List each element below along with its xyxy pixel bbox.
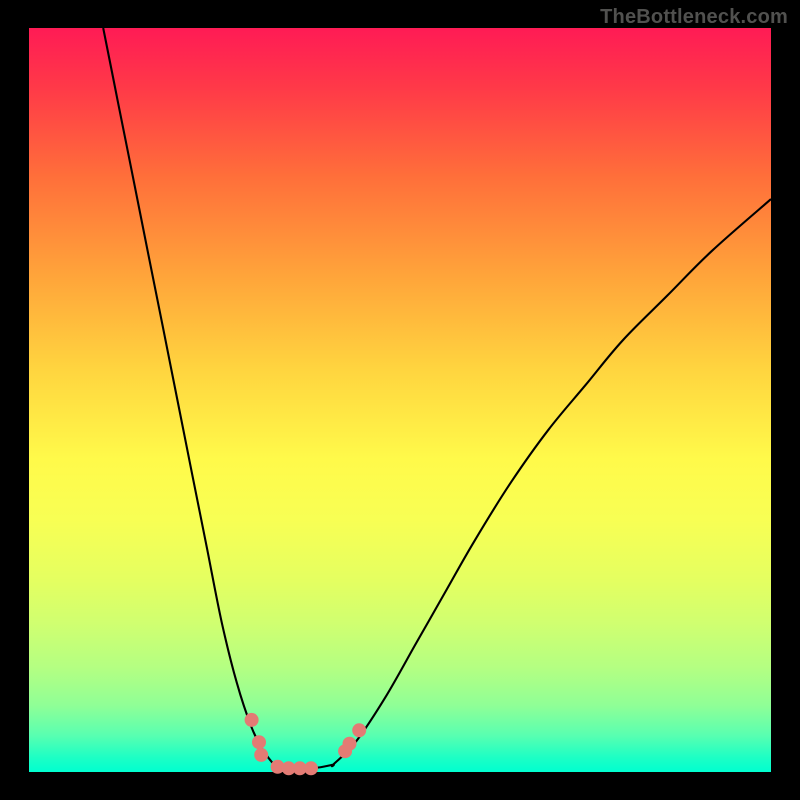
data-marker [252,735,266,749]
chart-overlay [29,28,771,772]
marker-group [245,713,367,775]
data-marker [245,713,259,727]
data-marker [343,737,357,751]
data-marker [304,761,318,775]
data-marker [352,723,366,737]
chart-frame: TheBottleneck.com [0,0,800,800]
watermark-text: TheBottleneck.com [600,6,788,29]
data-marker [254,748,268,762]
bottleneck-curve [103,28,771,769]
